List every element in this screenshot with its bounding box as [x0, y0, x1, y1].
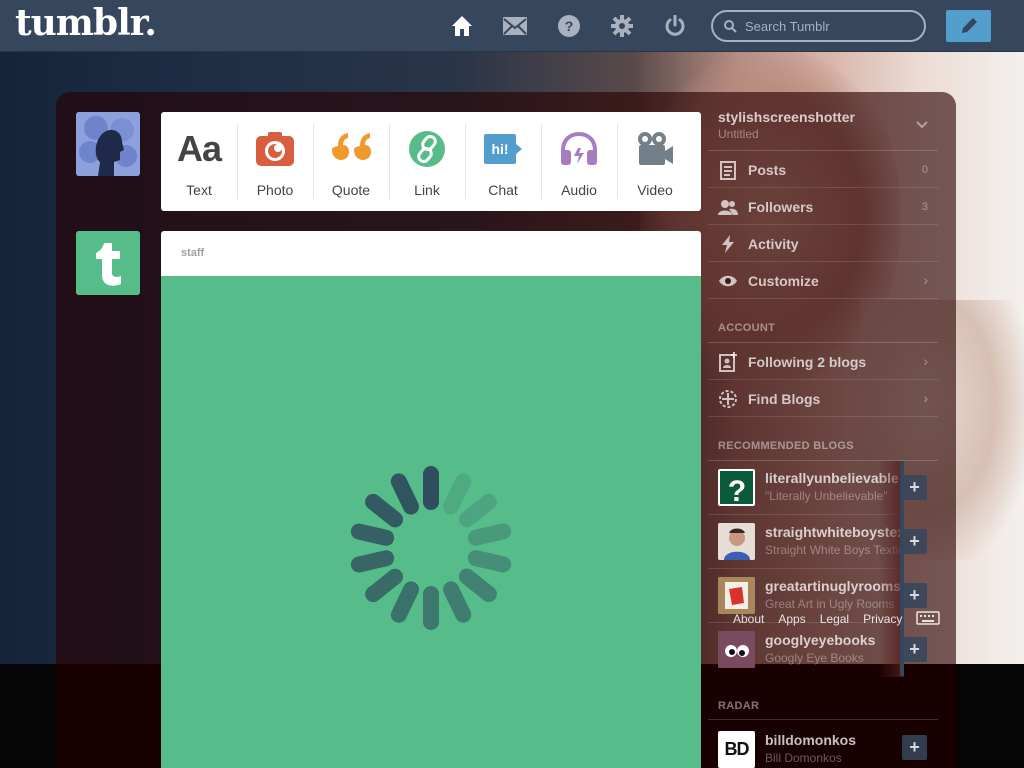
- blog-name: googlyeyebooks: [765, 632, 876, 648]
- blog-title: Untitled: [718, 127, 759, 141]
- footer-links: About Apps Legal Privacy: [733, 612, 902, 626]
- followers-count: 3: [921, 201, 928, 213]
- follow-button[interactable]: +: [902, 735, 927, 760]
- home-icon[interactable]: [450, 14, 474, 38]
- sidebar-item-followers[interactable]: Followers 3: [708, 188, 938, 225]
- quote-icon: [330, 129, 372, 169]
- video-camera-icon: [635, 129, 675, 169]
- chevron-right-icon: ›: [923, 353, 928, 369]
- search-box[interactable]: [711, 10, 926, 42]
- chevron-right-icon: ›: [923, 272, 928, 288]
- camera-icon: [256, 129, 294, 169]
- compose-button[interactable]: [946, 10, 991, 42]
- keyboard-icon[interactable]: [916, 611, 940, 630]
- top-navigation-bar: tumblr. ?: [0, 0, 1024, 52]
- activity-icon: [718, 234, 738, 254]
- footer-link-apps[interactable]: Apps: [778, 612, 805, 626]
- blog-subtitle: Googly Eye Books: [765, 651, 864, 665]
- post-body: [161, 276, 701, 768]
- scroll-edge: [900, 461, 904, 676]
- post-type-link[interactable]: Link: [389, 112, 465, 211]
- post-type-text[interactable]: Aa Text: [161, 112, 237, 211]
- post-header: staff: [161, 231, 701, 276]
- link-icon: [409, 129, 445, 169]
- blog-avatar: [718, 631, 755, 668]
- headphones-icon: [559, 129, 599, 169]
- logout-icon[interactable]: [663, 14, 687, 38]
- inbox-icon[interactable]: [503, 14, 527, 38]
- footer-link-about[interactable]: About: [733, 612, 764, 626]
- chevron-down-icon: [916, 116, 928, 134]
- blog-avatar: [718, 577, 755, 614]
- search-input[interactable]: [745, 17, 915, 35]
- followers-icon: [718, 197, 738, 217]
- follow-button[interactable]: +: [902, 583, 927, 608]
- pencil-icon: [961, 18, 977, 33]
- chevron-right-icon: ›: [923, 390, 928, 406]
- search-icon: [724, 20, 737, 38]
- blog-avatar: [718, 523, 755, 560]
- radar-heading: RADAR: [718, 700, 760, 712]
- blog-name: billdomonkos: [765, 732, 856, 748]
- blog-avatar: ?: [718, 469, 755, 506]
- tumblr-logo[interactable]: tumblr.: [15, 2, 157, 44]
- chat-icon: hi!: [482, 129, 524, 169]
- follow-button[interactable]: +: [902, 529, 927, 554]
- staff-avatar[interactable]: [76, 231, 140, 295]
- follow-button[interactable]: +: [902, 475, 927, 500]
- blog-selector[interactable]: stylishscreenshotter Untitled: [708, 106, 938, 150]
- svg-text:?: ?: [565, 18, 574, 34]
- blog-avatar: BD: [718, 731, 755, 768]
- sidebar-item-activity[interactable]: Activity: [708, 225, 938, 262]
- post-type-quote[interactable]: Quote: [313, 112, 389, 211]
- help-icon[interactable]: ?: [557, 14, 581, 38]
- sidebar-item-find-blogs[interactable]: Find Blogs ›: [708, 380, 938, 417]
- compass-icon: [718, 389, 738, 409]
- post-type-photo[interactable]: Photo: [237, 112, 313, 211]
- post-author[interactable]: staff: [181, 247, 204, 259]
- blog-subtitle: Great Art in Ugly Rooms: [765, 597, 895, 611]
- following-icon: [718, 352, 738, 372]
- loading-spinner-icon: [350, 466, 512, 630]
- footer-link-privacy[interactable]: Privacy: [863, 612, 902, 626]
- eye-icon: [718, 271, 738, 291]
- svg-text:?: ?: [728, 475, 746, 506]
- svg-text:hi!: hi!: [491, 141, 508, 157]
- recommended-heading: RECOMMENDED BLOGS: [718, 440, 854, 452]
- text-icon: Aa: [176, 128, 222, 169]
- post-type-audio[interactable]: Audio: [541, 112, 617, 211]
- sidebar-item-following[interactable]: Following 2 blogs ›: [708, 343, 938, 380]
- blog-name: stylishscreenshotter: [718, 109, 855, 125]
- follow-button[interactable]: +: [902, 637, 927, 662]
- recommended-blog[interactable]: ? literallyunbelievable "Literally Unbel…: [708, 461, 904, 515]
- post-type-chat[interactable]: hi! Chat: [465, 112, 541, 211]
- account-heading: ACCOUNT: [718, 322, 776, 334]
- settings-icon[interactable]: [610, 14, 634, 38]
- post-type-selector: Aa Text Photo Quote Link hi! Chat Audio: [161, 112, 701, 211]
- footer-link-legal[interactable]: Legal: [820, 612, 849, 626]
- blog-subtitle: "Literally Unbelievable": [765, 489, 888, 503]
- posts-count: 0: [921, 164, 928, 176]
- sidebar-item-posts[interactable]: Posts 0: [708, 151, 938, 188]
- sidebar-item-customize[interactable]: Customize ›: [708, 262, 938, 299]
- recommended-blog[interactable]: googlyeyebooks Googly Eye Books: [708, 623, 904, 673]
- blog-subtitle: Bill Domonkos: [765, 751, 842, 765]
- radar-blog[interactable]: BD billdomonkos Bill Domonkos: [708, 720, 904, 768]
- recommended-blog[interactable]: straightwhiteboystexting Straight White …: [708, 515, 904, 569]
- post-type-video[interactable]: Video: [617, 112, 693, 211]
- user-avatar[interactable]: [76, 112, 140, 176]
- posts-icon: [718, 160, 738, 180]
